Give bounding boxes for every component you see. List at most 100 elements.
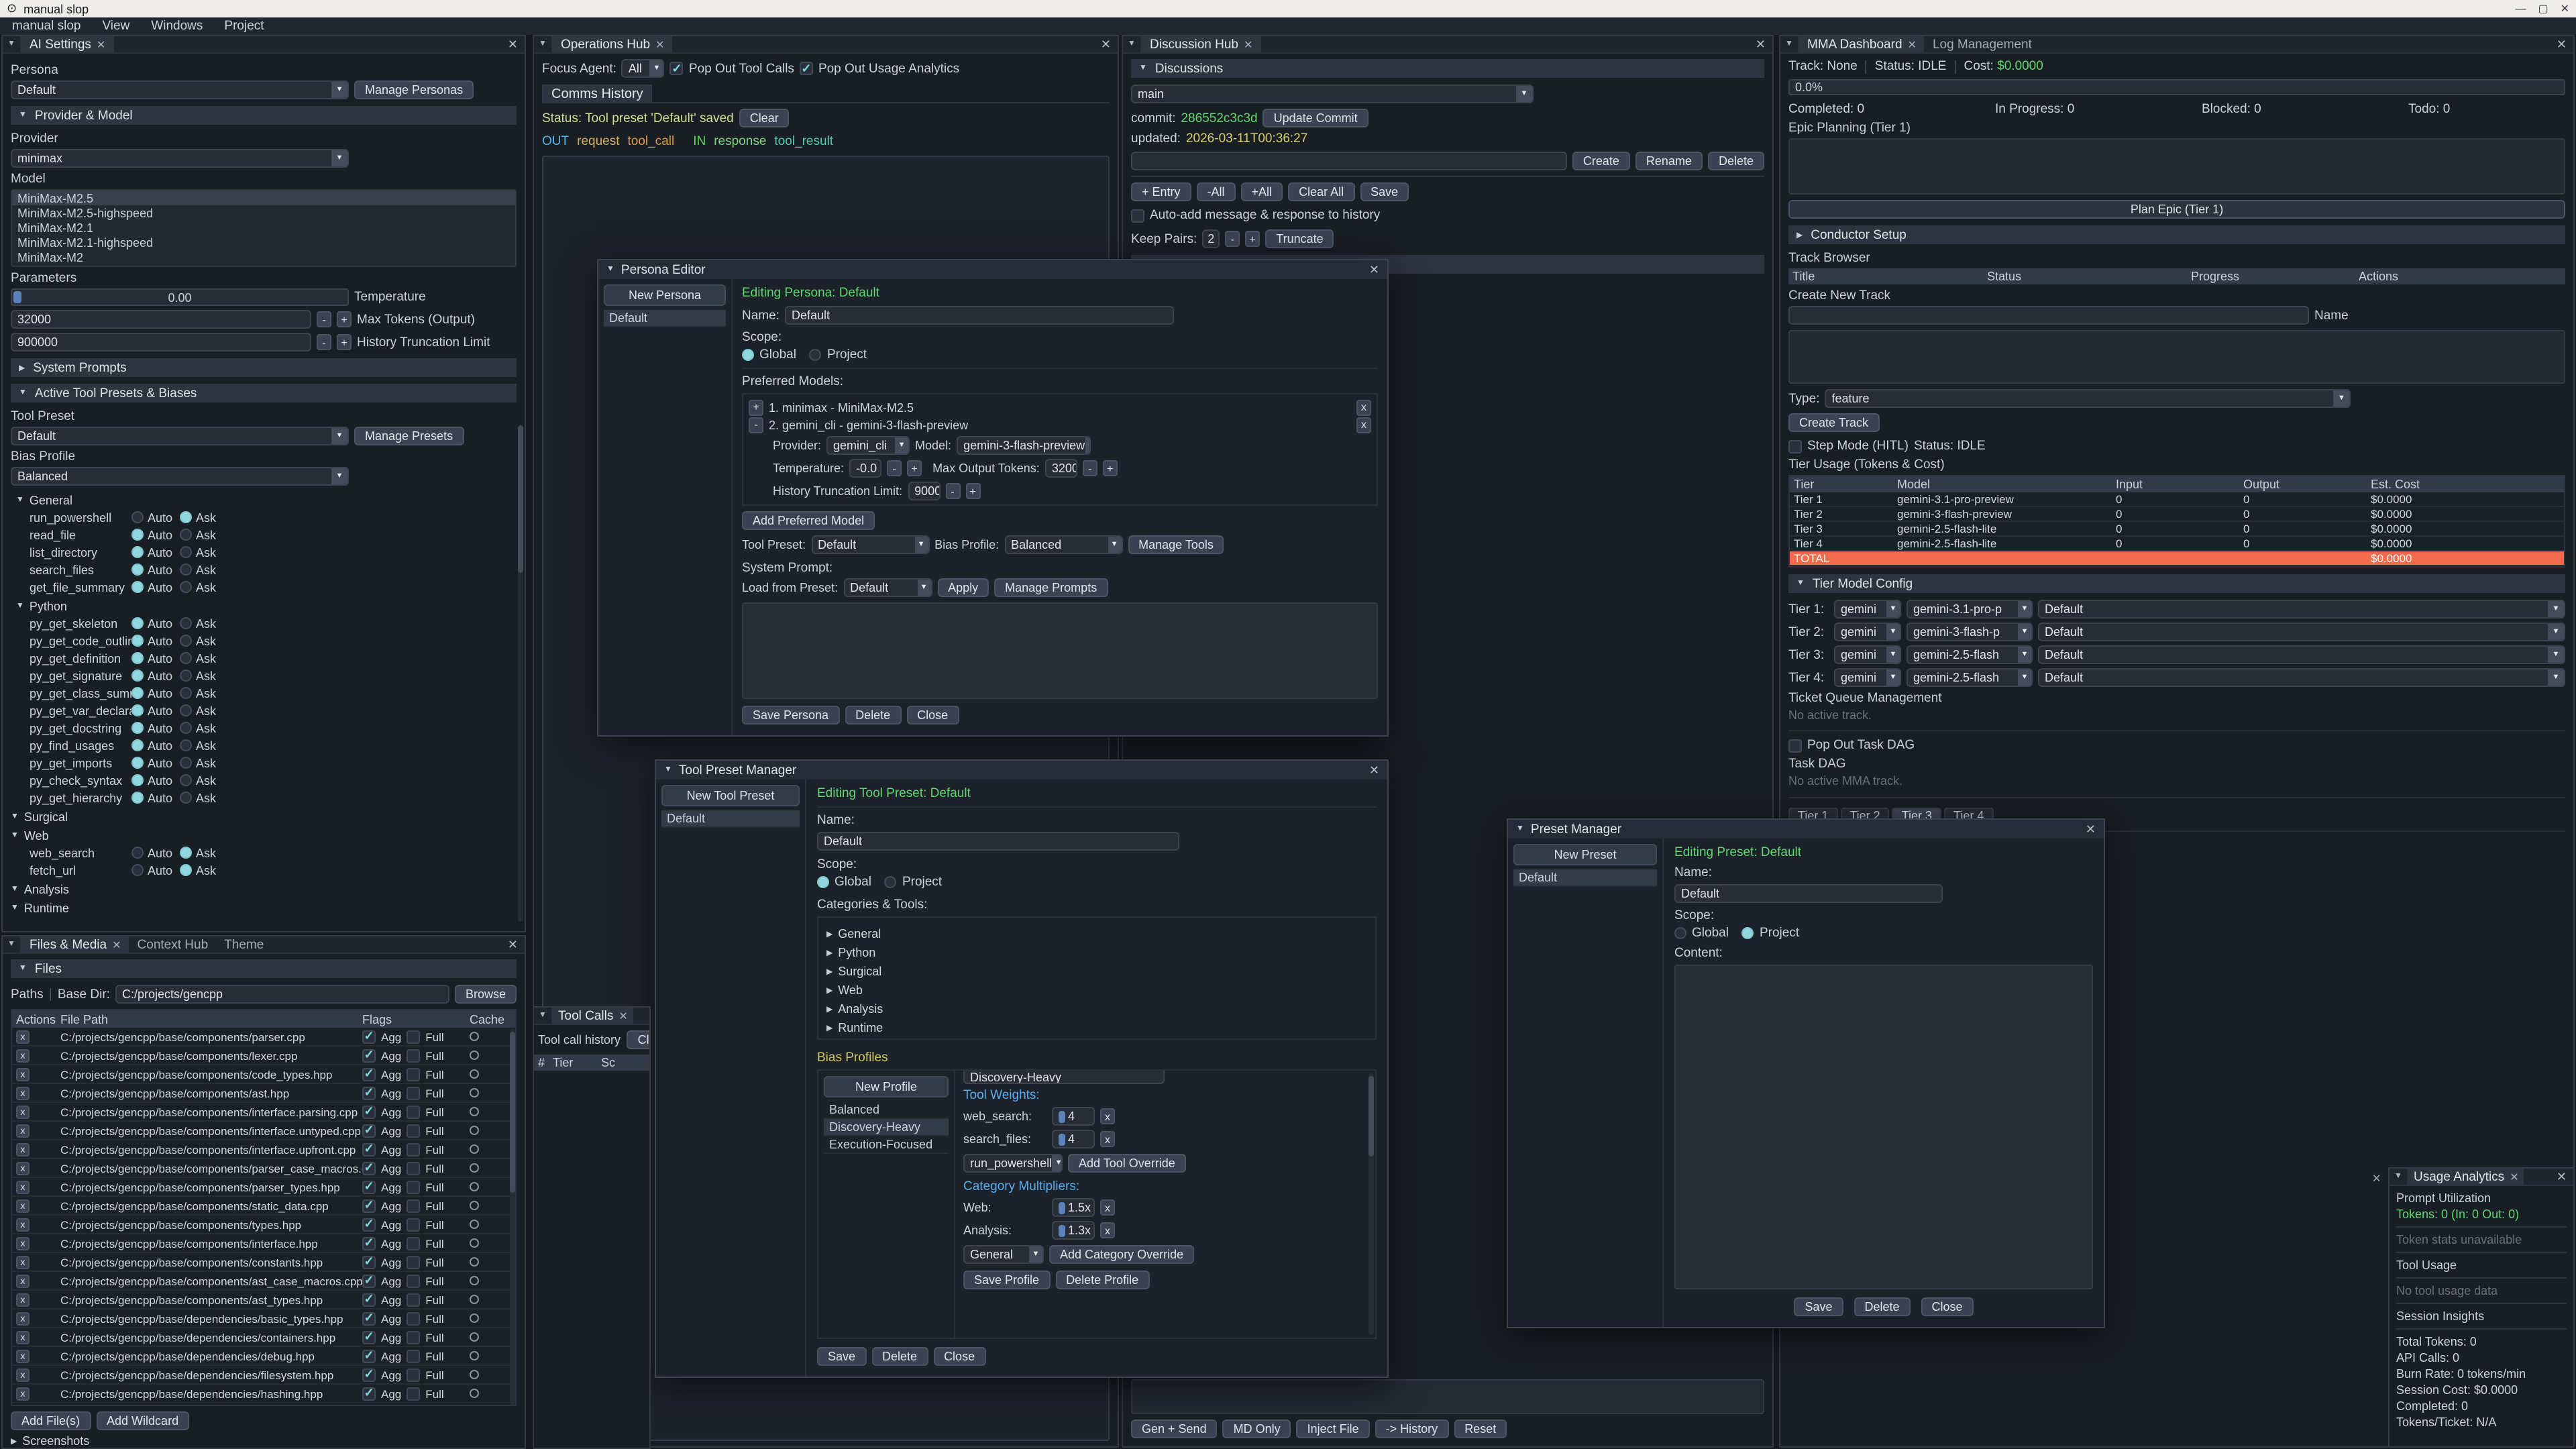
tool-preset-select[interactable]: Default ▼ xyxy=(11,427,349,445)
ask-radio[interactable]: Ask xyxy=(180,791,228,804)
pe-tool-preset-select[interactable]: Default ▼ xyxy=(811,535,929,554)
ask-radio[interactable]: Ask xyxy=(180,511,228,524)
ask-radio[interactable]: Ask xyxy=(180,704,228,717)
preset-content-textarea[interactable] xyxy=(1674,965,2093,1289)
save-tool-preset-button[interactable]: Save xyxy=(817,1347,866,1366)
panel-close-icon[interactable]: ✕ xyxy=(2550,1169,2573,1185)
move-down-button[interactable]: - xyxy=(749,417,763,433)
remove-override-button[interactable]: x xyxy=(1100,1199,1115,1216)
tab-context-hub[interactable]: Context Hub xyxy=(129,936,217,953)
increment-button[interactable]: + xyxy=(337,334,352,350)
tier-provider-select[interactable]: gemini ▼ xyxy=(1834,623,1901,641)
gen-send-button[interactable]: Gen + Send xyxy=(1131,1419,1218,1438)
full-checkbox[interactable]: ✓ xyxy=(407,1293,420,1306)
full-checkbox[interactable]: ✓ xyxy=(407,1274,420,1287)
full-checkbox[interactable]: ✓ xyxy=(407,1180,420,1193)
global-radio[interactable] xyxy=(1674,927,1686,939)
auto-radio[interactable]: Auto xyxy=(131,669,180,682)
full-checkbox[interactable]: ✓ xyxy=(407,1161,420,1175)
ask-radio[interactable]: Ask xyxy=(180,773,228,787)
pe-history-input[interactable]: 900000 xyxy=(908,482,940,500)
panel-menu-icon[interactable]: ▼ xyxy=(3,936,21,953)
manage-presets-button[interactable]: Manage Presets xyxy=(354,427,464,445)
ask-radio[interactable]: Ask xyxy=(180,563,228,576)
tier-provider-select[interactable]: gemini ▼ xyxy=(1834,600,1901,619)
bias-profile-item[interactable]: Discovery-Heavy xyxy=(824,1119,949,1136)
project-radio[interactable] xyxy=(810,349,822,361)
create-track-button[interactable]: Create Track xyxy=(1788,413,1879,432)
agg-checkbox[interactable]: ✓ xyxy=(362,1180,376,1193)
remove-file-button[interactable]: x xyxy=(16,1332,30,1345)
pe-provider-select[interactable]: gemini_cli ▼ xyxy=(826,436,910,455)
keep-pairs-input[interactable]: 2 xyxy=(1202,229,1220,248)
group-general[interactable]: ▼ General xyxy=(16,492,517,508)
discussion-name-input[interactable] xyxy=(1131,152,1567,170)
save-persona-button[interactable]: Save Persona xyxy=(742,706,839,724)
tool-override-select[interactable]: run_powershell ▼ xyxy=(963,1154,1063,1173)
bias-profile-item[interactable]: Execution-Focused xyxy=(824,1136,949,1154)
scrollbar[interactable] xyxy=(510,1029,515,1405)
conductor-setup-header[interactable]: ▶ Conductor Setup xyxy=(1788,225,2565,244)
ask-radio[interactable]: Ask xyxy=(180,580,228,594)
plan-epic-button[interactable]: Plan Epic (Tier 1) xyxy=(1788,200,2565,219)
ask-radio[interactable]: Ask xyxy=(180,721,228,735)
auto-radio[interactable]: Auto xyxy=(131,511,180,524)
bias-profile-select[interactable]: Balanced ▼ xyxy=(11,467,349,486)
agg-checkbox[interactable]: ✓ xyxy=(362,1274,376,1287)
inject-file-button[interactable]: Inject File xyxy=(1297,1419,1370,1438)
tier-model-config-header[interactable]: ▼ Tier Model Config xyxy=(1788,574,2565,593)
remove-file-button[interactable]: x xyxy=(16,1163,30,1176)
ask-radio[interactable]: Ask xyxy=(180,651,228,665)
tab-ai-settings[interactable]: AI Settings ✕ xyxy=(21,36,113,52)
provider-model-header[interactable]: ▼ Provider & Model xyxy=(11,106,517,125)
tab-close-icon[interactable]: ✕ xyxy=(655,38,664,50)
global-radio[interactable] xyxy=(817,876,829,888)
group-web[interactable]: ▼ Web xyxy=(11,828,517,844)
remove-file-button[interactable]: x xyxy=(16,1050,30,1063)
add-preferred-model-button[interactable]: Add Preferred Model xyxy=(742,511,875,530)
full-checkbox[interactable]: ✓ xyxy=(407,1067,420,1081)
full-checkbox[interactable]: ✓ xyxy=(407,1086,420,1099)
agg-checkbox[interactable]: ✓ xyxy=(362,1030,376,1043)
full-checkbox[interactable]: ✓ xyxy=(407,1349,420,1362)
ask-radio[interactable]: Ask xyxy=(180,669,228,682)
tier-preset-select[interactable]: Default ▼ xyxy=(2038,668,2565,687)
web-search-weight[interactable]: 4 xyxy=(1052,1107,1095,1126)
scrollbar-thumb[interactable] xyxy=(518,425,523,573)
save-profile-button[interactable]: Save Profile xyxy=(963,1271,1050,1289)
epic-planning-textarea[interactable] xyxy=(1788,138,2565,195)
agg-checkbox[interactable]: ✓ xyxy=(362,1218,376,1231)
full-checkbox[interactable]: ✓ xyxy=(407,1142,420,1156)
tab-operations-hub[interactable]: Operations Hub ✕ xyxy=(553,36,673,52)
auto-radio[interactable]: Auto xyxy=(131,563,180,576)
popout-dag-checkbox[interactable]: ✓ xyxy=(1788,739,1802,752)
tier-provider-select[interactable]: gemini ▼ xyxy=(1834,645,1901,664)
agg-checkbox[interactable]: ✓ xyxy=(362,1086,376,1099)
add-category-override-button[interactable]: Add Category Override xyxy=(1049,1245,1194,1264)
auto-radio[interactable]: Auto xyxy=(131,846,180,859)
ask-radio[interactable]: Ask xyxy=(180,686,228,700)
new-profile-button[interactable]: New Profile xyxy=(824,1076,949,1097)
screenshots-header[interactable]: ▶ Screenshots xyxy=(11,1433,517,1449)
full-checkbox[interactable]: ✓ xyxy=(407,1049,420,1062)
delete-tool-preset-button[interactable]: Delete xyxy=(871,1347,928,1366)
remove-model-button[interactable]: x xyxy=(1356,417,1371,433)
persona-name-input[interactable]: Default xyxy=(785,306,1174,325)
load-preset-select[interactable]: Default ▼ xyxy=(843,578,932,597)
increment-button[interactable]: + xyxy=(1245,231,1260,247)
ask-radio[interactable]: Ask xyxy=(180,846,228,859)
bias-profile-item[interactable]: Balanced xyxy=(824,1102,949,1119)
manage-prompts-button[interactable]: Manage Prompts xyxy=(994,578,1108,597)
remove-override-button[interactable]: x xyxy=(1100,1108,1115,1124)
full-checkbox[interactable]: ✓ xyxy=(407,1218,420,1231)
category-item[interactable]: ▶ Runtime xyxy=(826,1020,1367,1036)
full-checkbox[interactable]: ✓ xyxy=(407,1255,420,1269)
agg-checkbox[interactable]: ✓ xyxy=(362,1255,376,1269)
discussions-header[interactable]: ▼ Discussions xyxy=(1131,59,1764,78)
dialog-close-icon[interactable]: ✕ xyxy=(2086,822,2096,837)
full-checkbox[interactable]: ✓ xyxy=(407,1368,420,1381)
pe-model-select[interactable]: gemini-3-flash-preview ▼ xyxy=(957,436,1091,455)
delete-button[interactable]: Delete xyxy=(1708,152,1764,170)
auto-radio[interactable]: Auto xyxy=(131,686,180,700)
tab-close-icon[interactable]: ✕ xyxy=(112,938,121,951)
